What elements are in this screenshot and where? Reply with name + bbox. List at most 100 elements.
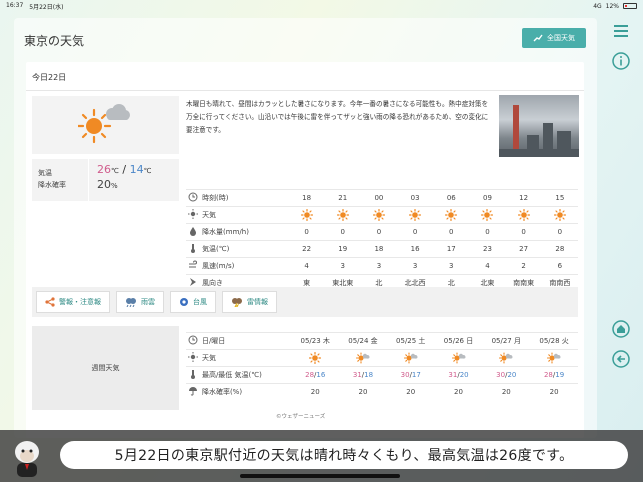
sunny-icon	[324, 206, 361, 224]
rain-unit: %	[111, 182, 118, 190]
weather-icon	[187, 352, 198, 362]
date-cell: 05/26 日	[434, 332, 483, 350]
status-date: 5月22日(水)	[29, 3, 64, 11]
precip-cell: 0	[288, 223, 325, 241]
date-label: 日/曜日	[199, 332, 292, 350]
credit-text: ©ウェザーニューズ	[276, 414, 326, 420]
status-bar: 16:37 5月22日(水) 4G 12%	[0, 0, 643, 12]
weather-label: 天気	[199, 349, 292, 367]
weekly-low: 18	[364, 371, 374, 379]
date-cell: 05/28 火	[530, 332, 578, 350]
weekly-low: 20	[459, 371, 469, 379]
rain-prob-label: 降水確率(%)	[199, 383, 292, 401]
sunny-icon	[433, 206, 470, 224]
weather-panel: 東京の天気 全国天気 今日22日 気温 降水確率 26℃ / 14℃ 20% 木…	[14, 18, 597, 438]
sunny-icon	[397, 206, 434, 224]
rain-prob-cell: 20	[530, 383, 578, 401]
high-temp: 26	[97, 163, 111, 176]
sunny-then-cloudy-icon	[78, 104, 130, 144]
hour-cell: 06	[433, 189, 470, 207]
wind-speed-cell: 3	[360, 257, 398, 275]
hour-cell: 15	[541, 189, 578, 207]
wind-speed-cell: 4	[288, 257, 325, 275]
sunny-cloudy-icon	[482, 349, 531, 367]
weekly-title: 週間天気	[91, 364, 120, 372]
thermometer-icon	[190, 370, 195, 379]
temp-cell: 16	[397, 240, 434, 258]
national-weather-button[interactable]: 全国天気	[522, 28, 586, 48]
temp-cell: 23	[469, 240, 506, 258]
precip-label: 降水量(mm/h)	[200, 223, 289, 241]
rain-cloud-icon	[126, 298, 136, 307]
date-cell: 05/24 金	[339, 332, 387, 350]
temp-cell: 18	[360, 240, 398, 258]
rain-prob-cell: 20	[291, 383, 340, 401]
wind-speed-cell: 3	[397, 257, 434, 275]
hourly-weather-row: 天気	[186, 206, 578, 224]
hour-cell: 09	[469, 189, 506, 207]
page-title: 東京の天気	[24, 34, 85, 48]
today-stats: 気温 降水確率 26℃ / 14℃ 20%	[32, 159, 179, 201]
rain-cloud-button[interactable]: 雨雲	[116, 291, 164, 313]
info-icon[interactable]	[612, 52, 630, 70]
weekly-high: 30	[400, 371, 410, 379]
hour-cell: 18	[288, 189, 325, 207]
weekly-low: 16	[316, 371, 326, 379]
lightning-button[interactable]: 雷情報	[222, 291, 277, 313]
sunny-icon	[505, 206, 542, 224]
hourly-temp-row: 気温(℃) 22 19 18 16 17 23 27 28	[186, 240, 578, 258]
date-cell: 05/23 木	[291, 332, 340, 350]
today-heading: 今日22日	[32, 73, 67, 82]
weekly-title-box: 週間天気	[32, 326, 179, 410]
hour-cell: 21	[324, 189, 361, 207]
weekly-low: 17	[411, 371, 421, 379]
weekly-rain-row: 降水確率(%) 20 20 20 20 20 20	[186, 383, 578, 401]
today-icon-box	[32, 96, 179, 154]
home-indicator[interactable]	[240, 474, 400, 478]
menu-icon[interactable]	[612, 22, 630, 40]
sunny-icon	[291, 349, 340, 367]
temp-cell: 27	[505, 240, 542, 258]
wind-direction-icon	[190, 278, 197, 287]
rain-cloud-label: 雨雲	[141, 298, 155, 306]
live-camera-photo[interactable]	[499, 95, 579, 157]
temp-cell: 17	[433, 240, 470, 258]
temp-unit: ℃	[111, 167, 119, 175]
wind-speed-cell: 3	[324, 257, 361, 275]
temp-range-cell: 28/16	[291, 366, 340, 384]
hourly-time-row: 時刻(時) 18 21 00 03 06 09 12 15	[186, 189, 578, 207]
wind-speed-cell: 3	[433, 257, 470, 275]
share-warning-icon	[45, 297, 55, 307]
temp-range-cell: 28/19	[530, 366, 578, 384]
rain-label: 降水確率	[38, 181, 66, 189]
lightning-icon	[232, 298, 242, 307]
time-label: 時刻(時)	[200, 189, 289, 207]
weather-label: 天気	[200, 206, 289, 224]
weekly-temp-row: 最高/最低 気温(℃) 28/16 31/18 30/17 31/20 30/2…	[186, 366, 578, 384]
back-arrow-icon[interactable]	[612, 350, 630, 368]
wind-speed-label: 風速(m/s)	[200, 257, 289, 275]
raindrop-icon	[190, 227, 197, 236]
weekly-low: 20	[507, 371, 517, 379]
precip-cell: 0	[397, 223, 434, 241]
sunny-cloudy-icon	[386, 349, 435, 367]
warnings-button[interactable]: 警報・注意報	[36, 291, 110, 313]
hour-cell: 03	[397, 189, 434, 207]
typhoon-button[interactable]: 台風	[170, 291, 216, 313]
home-icon[interactable]	[612, 320, 630, 338]
precip-cell: 0	[433, 223, 470, 241]
rain-prob-cell: 20	[482, 383, 531, 401]
sunny-cloudy-icon	[339, 349, 387, 367]
speech-caption: 5月22日の東京駅付近の天気は晴れ時々くもり、最高気温は26度です。	[60, 441, 628, 469]
temp-cell: 28	[541, 240, 578, 258]
divider	[26, 90, 584, 91]
rain-prob-cell: 20	[434, 383, 483, 401]
temp-range-cell: 31/20	[434, 366, 483, 384]
weekly-high: 28	[305, 371, 315, 379]
hourly-precip-row: 降水量(mm/h) 0 0 0 0 0 0 0 0	[186, 223, 578, 241]
sunny-cloudy-icon	[434, 349, 483, 367]
hour-cell: 12	[505, 189, 542, 207]
hourly-wind-speed-row: 風速(m/s) 4 3 3 3 3 4 2 6	[186, 257, 578, 275]
date-cell: 05/27 月	[482, 332, 531, 350]
wind-speed-cell: 4	[469, 257, 506, 275]
